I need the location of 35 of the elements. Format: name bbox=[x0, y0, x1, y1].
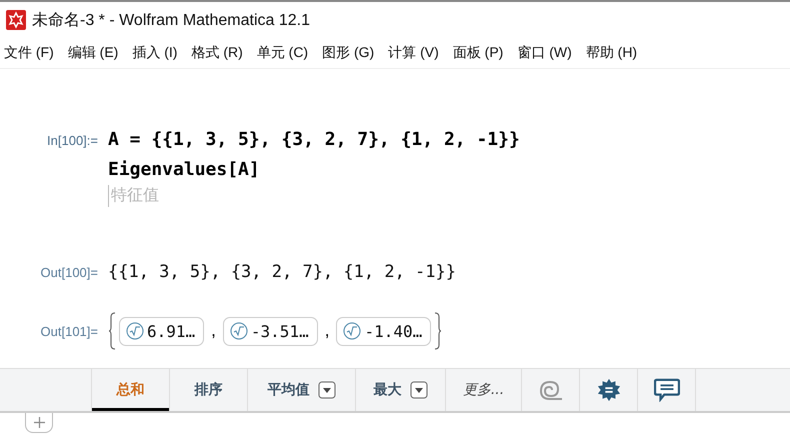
menu-item[interactable]: 面板 (P) bbox=[452, 44, 504, 62]
comma: , bbox=[210, 321, 217, 341]
cell-label: In[100]:= bbox=[46, 132, 99, 148]
menu-item[interactable]: 格式 (R) bbox=[191, 44, 243, 62]
input-code: Eigenvalues[A] bbox=[108, 158, 261, 182]
add-cell-button[interactable] bbox=[25, 413, 53, 433]
menu-item[interactable]: 单元 (C) bbox=[256, 44, 308, 62]
brace-icon bbox=[434, 312, 442, 350]
menu-item[interactable]: 编辑 (E) bbox=[68, 44, 118, 62]
root-icon bbox=[343, 322, 362, 340]
dropdown-icon bbox=[410, 381, 428, 399]
root-value[interactable]: -3.51… bbox=[222, 316, 318, 346]
output-value: {{1, 3, 5}, {3, 2, 7}, {1, 2, -1}} bbox=[108, 262, 456, 282]
comment-icon bbox=[654, 378, 680, 402]
menu-item[interactable]: 图形 (G) bbox=[322, 44, 374, 62]
spiral-icon bbox=[538, 378, 564, 402]
root-icon bbox=[126, 322, 144, 340]
window-title: 未命名-3 * - Wolfram Mathematica 12.1 bbox=[32, 10, 310, 30]
root-value[interactable]: 6.91… bbox=[119, 316, 204, 346]
app-logo-icon bbox=[6, 10, 26, 30]
menu-item[interactable]: 窗口 (W) bbox=[517, 44, 572, 62]
menu-item[interactable]: 帮助 (H) bbox=[586, 44, 638, 62]
cell-label: Out[100]= bbox=[40, 264, 99, 280]
menu-item[interactable]: 插入 (I) bbox=[132, 44, 178, 62]
gear-icon bbox=[596, 378, 622, 402]
input-code: A = {{1, 3, 5}, {3, 2, 7}, {1, 2, -1}} bbox=[108, 128, 520, 152]
dropdown-icon bbox=[318, 381, 336, 399]
menu-item[interactable]: 计算 (V) bbox=[388, 44, 439, 62]
plus-icon bbox=[34, 417, 44, 428]
root-icon bbox=[230, 322, 248, 340]
comma: , bbox=[324, 321, 330, 341]
brace-icon bbox=[108, 312, 116, 350]
root-value[interactable]: -1.40… bbox=[336, 316, 432, 346]
cell-label: Out[101]= bbox=[40, 324, 99, 338]
menu-item[interactable]: 文件 (F) bbox=[4, 44, 54, 62]
